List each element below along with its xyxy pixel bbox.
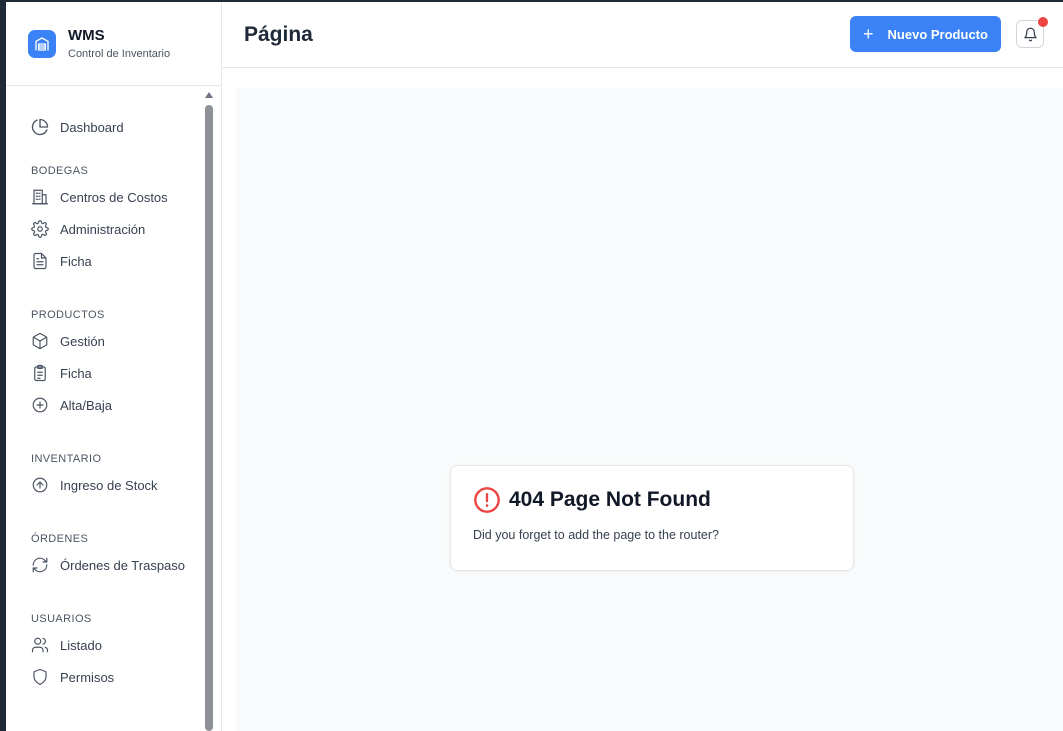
brand-subtitle: Control de Inventario [68,48,171,60]
scrollbar-thumb[interactable] [205,105,213,731]
sidebar-item-dashboard[interactable]: Dashboard [6,111,207,143]
notifications-button[interactable] [1016,17,1048,48]
app-window: WMS Control de Inventario Dashboard BODE… [6,2,1063,731]
sidebar-item-label: Alta/Baja [60,397,113,413]
sidebar-item-permisos[interactable]: Permisos [6,661,207,693]
plus-circle-icon [31,396,49,414]
error-message: Did you forget to add the page to the ro… [473,528,720,542]
building-icon [31,188,49,206]
section-title-productos: PRODUCTOS [31,309,105,321]
sidebar-item-ficha-bodega[interactable]: Ficha [6,245,207,277]
arrow-up-circle-icon [31,476,49,494]
section-title-ordenes: ÓRDENES [31,533,89,545]
section-title-inventario: INVENTARIO [31,453,102,465]
section-title-bodegas: BODEGAS [31,165,89,177]
sidebar-item-label: Centros de Costos [60,189,168,205]
sidebar: WMS Control de Inventario Dashboard BODE… [6,2,222,731]
sidebar-item-label: Ficha [60,365,92,381]
content-area: 404 Page Not Found Did you forget to add… [222,68,1063,731]
main-area: Página + Nuevo Producto 404 Page Not Fou… [222,2,1063,731]
sidebar-item-label: Permisos [60,669,115,685]
file-text-icon [31,252,49,270]
content-panel: 404 Page Not Found Did you forget to add… [236,88,1063,731]
sidebar-item-label: Ingreso de Stock [60,477,158,493]
clipboard-icon [31,364,49,382]
scroll-up-arrow-icon[interactable] [205,92,213,98]
sidebar-item-ingreso-de-stock[interactable]: Ingreso de Stock [6,469,207,501]
notification-badge [1038,17,1048,27]
sidebar-item-administracion[interactable]: Administración [6,213,207,245]
sidebar-item-ordenes-de-traspaso[interactable]: Órdenes de Traspaso [6,549,207,581]
sidebar-scrollbar[interactable] [204,90,214,731]
page-title: Página [244,22,313,46]
section-title-usuarios: USUARIOS [31,613,92,625]
shield-icon [31,668,49,686]
box-icon [31,332,49,350]
plus-icon: + [863,24,874,44]
gear-icon [31,220,49,238]
sidebar-item-label: Dashboard [60,119,124,135]
warehouse-icon [28,29,56,58]
sidebar-item-label: Órdenes de Traspaso [60,557,186,573]
error-title: 404 Page Not Found [509,488,711,511]
sidebar-nav: Dashboard BODEGAS Centros de Costos Admi… [6,87,207,731]
sidebar-item-label: Gestión [60,333,105,349]
alert-circle-icon [473,486,501,514]
pie-chart-icon [31,118,49,136]
refresh-icon [31,556,49,574]
sidebar-item-centros-de-costos[interactable]: Centros de Costos [6,181,207,213]
sidebar-item-alta-baja[interactable]: Alta/Baja [6,389,207,421]
sidebar-item-label: Ficha [60,253,92,269]
new-product-label: Nuevo Producto [887,26,988,42]
not-found-card: 404 Page Not Found Did you forget to add… [450,465,854,571]
header: Página + Nuevo Producto [222,2,1063,68]
sidebar-item-ficha-producto[interactable]: Ficha [6,357,207,389]
sidebar-item-gestion[interactable]: Gestión [6,325,207,357]
new-product-button[interactable]: + Nuevo Producto [850,16,1001,52]
brand-title: WMS [68,27,105,44]
bell-icon [1023,27,1038,42]
sidebar-item-label: Listado [60,637,102,653]
sidebar-item-listado[interactable]: Listado [6,629,207,661]
brand[interactable]: WMS Control de Inventario [6,2,221,86]
sidebar-item-label: Administración [60,221,146,237]
users-icon [31,636,49,654]
